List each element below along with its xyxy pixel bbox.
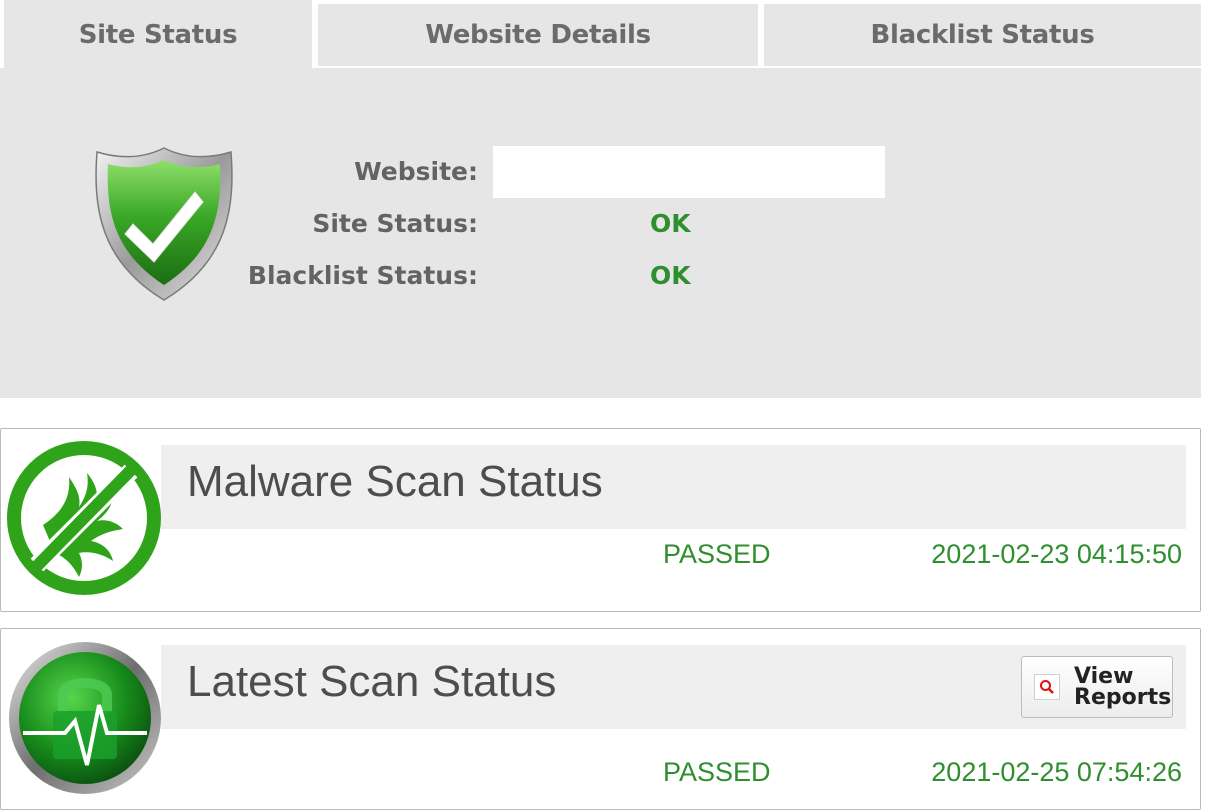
latest-scan-result: PASSED [663,757,771,787]
latest-scan-title: Latest Scan Status [187,657,557,706]
website-value [493,146,885,198]
no-malware-icon [7,441,161,595]
shield-check-icon [95,147,233,301]
latest-scan-header: Latest Scan Status View Reports [161,645,1186,729]
status-tabs: Site Status Website Details Blacklist St… [0,0,1205,70]
site-status-label: Site Status: [312,209,478,238]
malware-scan-result: PASSED [663,539,771,569]
latest-scan-timestamp: 2021-02-25 07:54:26 [931,757,1182,787]
malware-scan-timestamp: 2021-02-23 04:15:50 [931,539,1182,569]
site-status-value: OK [650,209,691,238]
view-reports-button[interactable]: View Reports [1021,656,1173,718]
website-label: Website: [354,157,478,186]
malware-scan-title: Malware Scan Status [187,457,603,506]
tab-website-details[interactable]: Website Details [318,4,758,66]
magnifier-icon [1034,674,1060,700]
malware-scan-card: Malware Scan Status PASSED 2021-02-23 04… [0,428,1201,612]
site-status-panel: Website: Site Status: OK Blacklist Statu… [0,68,1201,398]
tab-site-status[interactable]: Site Status [4,0,312,70]
view-reports-line2: Reports [1074,685,1172,710]
lock-heartbeat-icon [9,642,161,794]
blacklist-status-value: OK [650,261,691,290]
malware-scan-header: Malware Scan Status [161,445,1186,529]
tab-blacklist-status[interactable]: Blacklist Status [764,4,1201,66]
latest-scan-card: Latest Scan Status View Reports PASSED 2… [0,628,1201,810]
view-reports-line1: View [1074,664,1134,689]
blacklist-status-label: Blacklist Status: [247,261,478,290]
